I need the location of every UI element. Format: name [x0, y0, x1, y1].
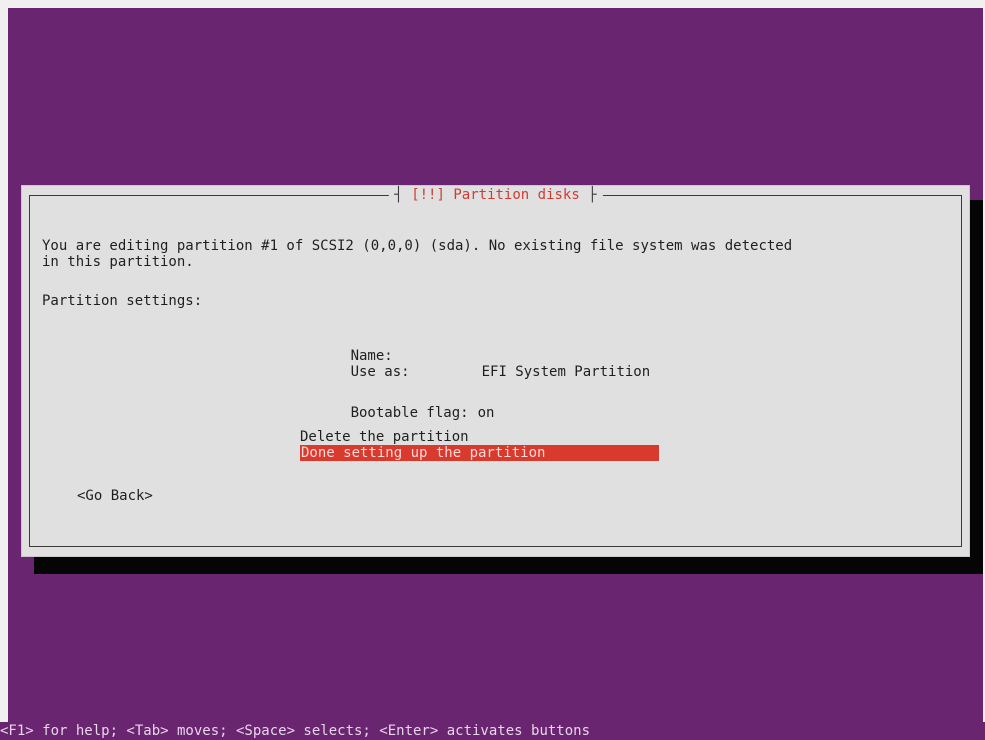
- partition-disks-dialog: ┤ [!!] Partition disks ├ You are editing…: [21, 185, 970, 557]
- keyboard-help-status-bar: <F1> for help; <Tab> moves; <Space> sele…: [0, 722, 985, 740]
- dialog-title-text: Partition disks: [453, 187, 580, 203]
- setting-bootable-value: on: [477, 405, 495, 421]
- title-left-border: ┤: [394, 187, 412, 203]
- installer-screen: ┤ [!!] Partition disks ├ You are editing…: [8, 8, 983, 740]
- dialog-title-prefix: [!!]: [411, 187, 445, 203]
- done-setting-up-option[interactable]: Done setting up the partition: [300, 445, 659, 461]
- go-back-button[interactable]: <Go Back>: [77, 488, 153, 504]
- title-right-border: ├: [579, 187, 597, 203]
- setting-bootable-label: Bootable flag:: [350, 405, 469, 421]
- dialog-message-line2: in this partition.: [42, 254, 194, 270]
- setting-use-as-value: EFI System Partition: [481, 364, 651, 380]
- dialog-title: ┤ [!!] Partition disks ├: [388, 187, 603, 203]
- setting-use-as-label: Use as:: [350, 364, 410, 380]
- dialog-message-line1: You are editing partition #1 of SCSI2 (0…: [42, 238, 793, 254]
- settings-heading: Partition settings:: [42, 293, 203, 309]
- delete-partition-option[interactable]: Delete the partition: [300, 429, 469, 445]
